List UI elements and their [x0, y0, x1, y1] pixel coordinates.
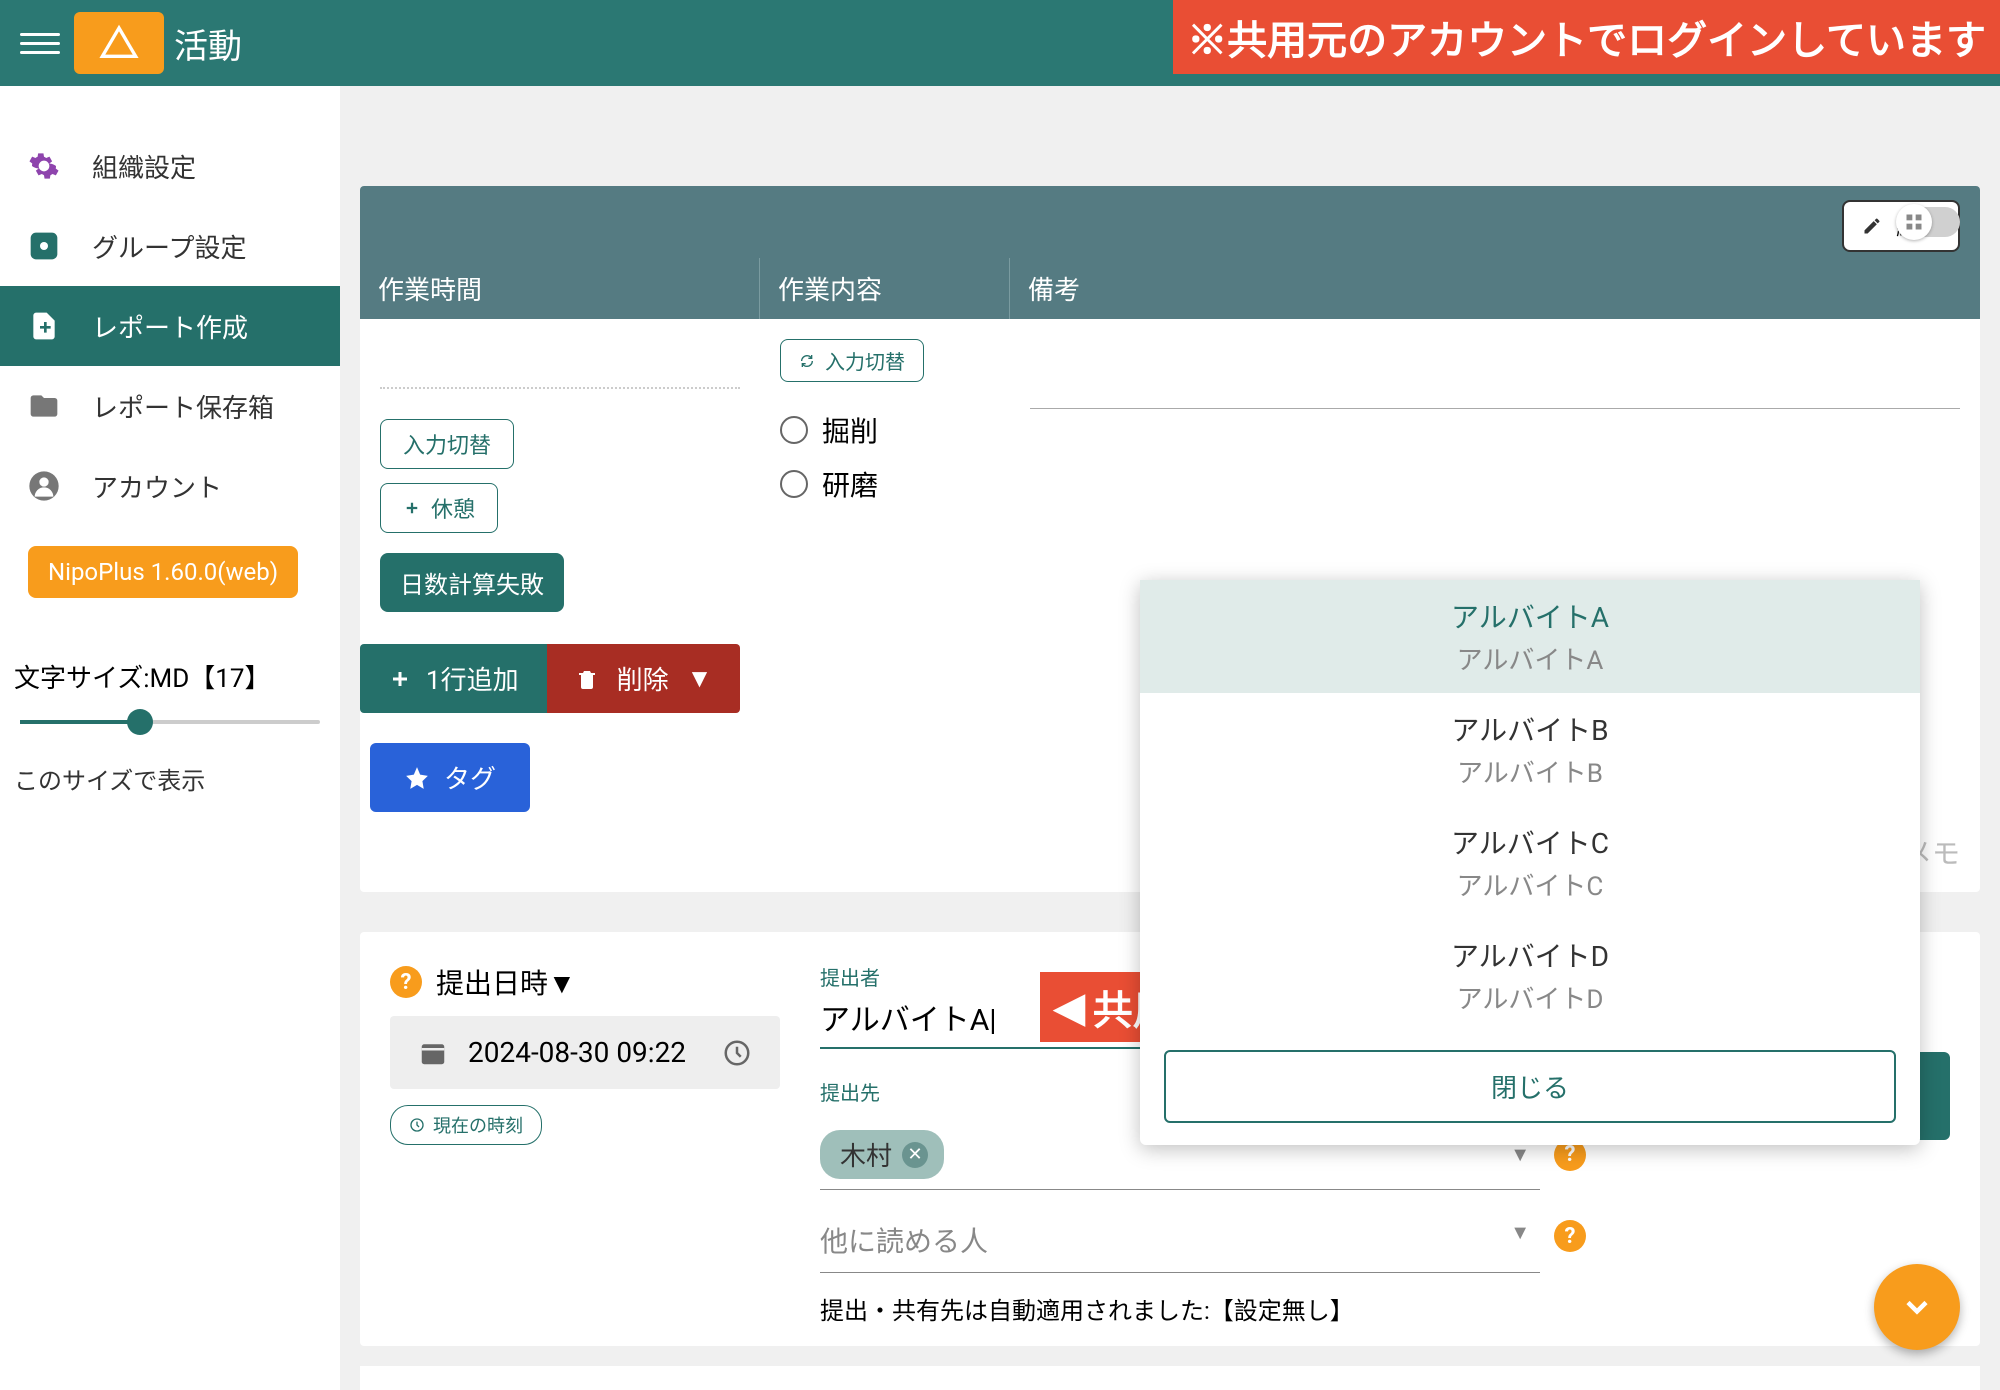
tag-button[interactable]: タグ — [370, 743, 530, 812]
col-work-time: 作業時間 — [360, 258, 760, 319]
sidebar-item-report-create[interactable]: レポート作成 — [0, 286, 340, 366]
sidebar-item-label: アカウント — [92, 468, 222, 505]
sidebar-item-label: 組織設定 — [92, 148, 196, 185]
now-button[interactable]: 現在の時刻 — [390, 1105, 542, 1145]
sidebar-item-group-settings[interactable]: グループ設定 — [0, 206, 340, 286]
radio-icon — [780, 416, 808, 444]
chevron-down-icon: ▼ — [1510, 1142, 1530, 1167]
settings-box-icon — [28, 230, 60, 262]
account-icon — [28, 470, 60, 502]
account-dropdown: アルバイトA アルバイトA アルバイトB アルバイトB アルバイトC アルバイト… — [1140, 580, 1920, 1145]
plus-icon — [388, 667, 412, 691]
help-icon[interactable]: ? — [1554, 1220, 1586, 1252]
dropdown-item[interactable]: アルバイトA アルバイトA — [1140, 580, 1920, 693]
work-time-cell: 入力切替 休憩 日数計算失敗 — [360, 319, 760, 632]
clock-icon — [409, 1117, 425, 1133]
dropdown-item[interactable]: アルバイトC アルバイトC — [1140, 806, 1920, 919]
help-icon[interactable]: ? — [390, 966, 422, 998]
auto-apply-note: 提出・共有先は自動適用されました:【設定無し】 — [820, 1291, 1540, 1326]
col-work-content: 作業内容 — [760, 258, 1010, 319]
submit-date-label[interactable]: ? 提出日時▼ — [390, 962, 790, 1002]
gear-icon — [28, 150, 60, 182]
rest-button[interactable]: 休憩 — [380, 483, 498, 533]
file-add-icon — [28, 310, 60, 342]
input-switch-button[interactable]: 入力切替 — [380, 419, 514, 469]
font-size-slider[interactable] — [0, 707, 340, 737]
chip-remove-icon[interactable]: ✕ — [902, 1142, 928, 1168]
card-toolbar — [360, 186, 1980, 258]
font-size-note: このサイズで表示 — [14, 761, 340, 796]
readers-field[interactable]: 他に読める人 ▼ ? — [820, 1200, 1540, 1273]
app-header: 活動 ※共用元のアカウントでログインしています — [0, 0, 2000, 86]
calendar-icon — [418, 1038, 448, 1068]
input-switch-button-2[interactable]: 入力切替 — [780, 339, 924, 382]
add-row-button[interactable]: 1行追加 — [360, 644, 547, 713]
time-input[interactable] — [380, 339, 740, 389]
sidebar-item-label: レポート保存箱 — [92, 388, 274, 425]
refresh-icon — [799, 353, 815, 369]
plus-icon — [403, 499, 421, 517]
radio-option-2[interactable]: 研磨 — [780, 464, 990, 504]
table-header: 作業時間 作業内容 備考 — [360, 258, 1980, 319]
recipient-chip[interactable]: 木村 ✕ — [820, 1130, 944, 1179]
pencil-icon — [1862, 216, 1882, 236]
radio-option-1[interactable]: 掘削 — [780, 410, 990, 450]
menu-icon[interactable] — [20, 23, 60, 63]
sidebar-item-label: グループ設定 — [92, 228, 246, 265]
date-picker[interactable]: 2024-08-30 09:22 — [390, 1016, 780, 1089]
work-content-cell: 入力切替 掘削 研磨 — [760, 319, 1010, 632]
sidebar-item-account[interactable]: アカウント — [0, 446, 340, 526]
clock-icon — [722, 1038, 752, 1068]
radio-icon — [780, 470, 808, 498]
grid-toggle[interactable] — [1900, 207, 1960, 237]
col-remarks: 備考 — [1010, 258, 1980, 319]
sidebar-item-org-settings[interactable]: 組織設定 — [0, 126, 340, 206]
delete-button[interactable]: 削除 ▼ — [547, 644, 741, 713]
trash-icon — [575, 667, 599, 691]
version-badge[interactable]: NipoPlus 1.60.0(web) — [28, 546, 298, 598]
warning-button[interactable] — [74, 12, 164, 74]
font-size-label: 文字サイズ:MD【17】 — [14, 658, 340, 695]
shared-account-banner: ※共用元のアカウントでログインしています — [1173, 0, 2000, 74]
folder-icon — [28, 390, 60, 422]
fab-button[interactable] — [1874, 1264, 1960, 1350]
sidebar-item-report-box[interactable]: レポート保存箱 — [0, 366, 340, 446]
grid-icon — [1904, 212, 1924, 232]
remarks-input[interactable] — [1030, 349, 1960, 409]
page-title: 活動 — [174, 19, 242, 68]
calc-fail-badge: 日数計算失敗 — [380, 553, 564, 612]
sidebar-item-label: レポート作成 — [92, 308, 248, 345]
dropdown-close-button[interactable]: 閉じる — [1164, 1050, 1896, 1123]
main-content: 編集 作業時間 作業内容 備考 入力切替 休憩 — [340, 86, 2000, 1390]
dropdown-item[interactable]: アルバイトB アルバイトB — [1140, 693, 1920, 806]
dev-only-row[interactable]: 開発中のみ表示 ⌄ — [360, 1366, 1980, 1390]
dropdown-item[interactable]: アルバイトD アルバイトD — [1140, 919, 1920, 1032]
chevron-down-icon: ▼ — [1510, 1220, 1530, 1245]
star-icon — [404, 765, 430, 791]
chevron-down-icon — [1899, 1289, 1935, 1325]
chevron-down-icon: ▼ — [687, 663, 713, 694]
sidebar: 組織設定 グループ設定 レポート作成 レポート保存箱 アカウント Ni — [0, 86, 340, 1390]
